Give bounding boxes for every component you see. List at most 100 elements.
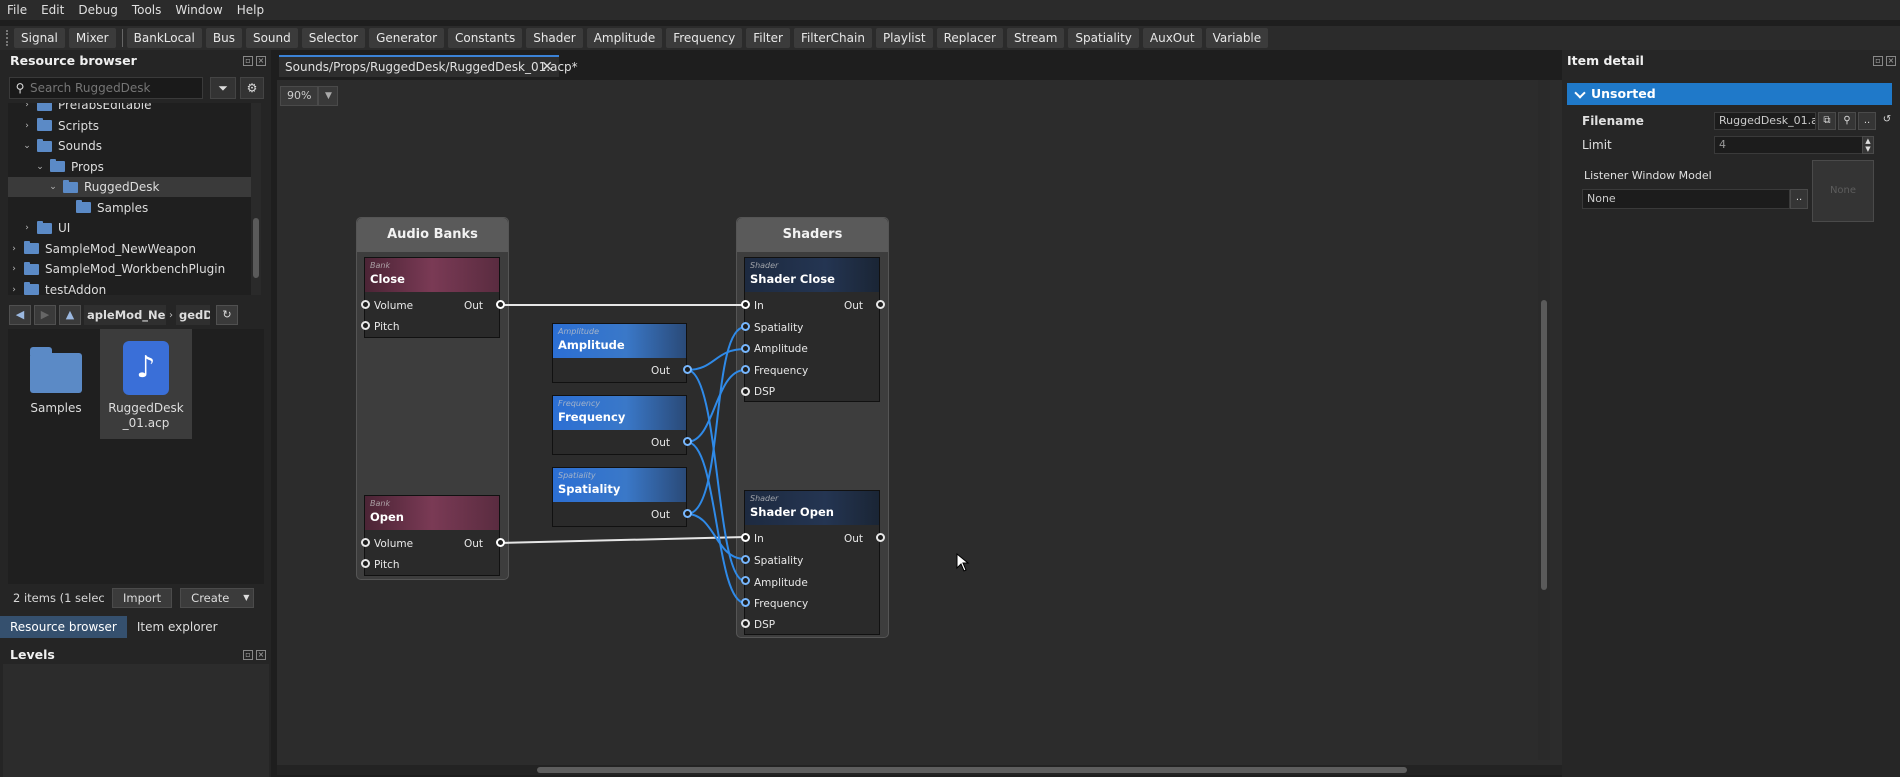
tree-item[interactable]: ⌄ Props: [8, 157, 254, 177]
limit-field[interactable]: 4: [1714, 136, 1864, 154]
zoom-value[interactable]: 90%: [280, 86, 319, 106]
output-port[interactable]: [876, 533, 885, 542]
toolbar-sound-button[interactable]: Sound: [245, 28, 298, 48]
chevron-icon[interactable]: ›: [8, 244, 20, 254]
toolbar-filterchain-button[interactable]: FilterChain: [793, 28, 872, 48]
chevron-icon[interactable]: ⌄: [47, 182, 59, 192]
filter-button[interactable]: ⏷: [210, 77, 236, 99]
menu-window[interactable]: Window: [168, 0, 229, 20]
chevron-down-icon[interactable]: ▼: [318, 86, 339, 106]
chevron-icon[interactable]: ⌄: [34, 162, 46, 172]
shader-node-close[interactable]: Shader Shader Close In Spatiality Amplit…: [744, 257, 880, 402]
document-tab[interactable]: Sounds/Props/RuggedDesk/RuggedDesk_01.ac…: [279, 55, 578, 77]
toolbar-filter-button[interactable]: Filter: [746, 28, 790, 48]
toolbar-spatiality-button[interactable]: Spatiality: [1068, 28, 1139, 48]
toolbar-mixer-button[interactable]: Mixer: [68, 28, 116, 48]
output-port[interactable]: [683, 365, 692, 374]
toolbar-grip[interactable]: [6, 30, 10, 46]
refresh-button[interactable]: ↻: [216, 305, 238, 325]
input-port[interactable]: [361, 538, 370, 547]
input-port[interactable]: [361, 559, 370, 568]
section-unsorted[interactable]: Unsorted: [1567, 83, 1892, 105]
tree-scrollbar[interactable]: [251, 103, 261, 295]
breadcrumb-2[interactable]: gedD: [176, 305, 210, 325]
browse-button[interactable]: ..: [1858, 112, 1876, 130]
canvas-vscroll-thumb[interactable]: [1541, 300, 1547, 590]
input-port[interactable]: [741, 322, 750, 331]
breadcrumb-1[interactable]: apleMod_Newl: [84, 305, 166, 325]
toolbar-variable-button[interactable]: Variable: [1205, 28, 1269, 48]
reset-icon[interactable]: ↺: [1878, 112, 1896, 130]
create-button[interactable]: Create ▼: [180, 588, 255, 608]
input-port[interactable]: [741, 300, 750, 309]
tree-scroll-thumb[interactable]: [253, 218, 259, 278]
tree-item[interactable]: Samples: [8, 198, 254, 218]
toolbar-playlist-button[interactable]: Playlist: [875, 28, 933, 48]
file-tile-samples[interactable]: Samples: [10, 333, 102, 443]
input-port[interactable]: [741, 344, 750, 353]
close-icon[interactable]: ×: [256, 56, 266, 66]
input-port[interactable]: [741, 619, 750, 628]
shader-node-open[interactable]: Shader Shader Open In Spatiality Amplitu…: [744, 490, 880, 635]
signal-node-frequency[interactable]: Frequency Frequency Out: [552, 395, 687, 455]
import-button[interactable]: Import: [112, 588, 173, 608]
search-input[interactable]: [30, 81, 190, 95]
tree-item[interactable]: ⌄ RuggedDesk: [8, 177, 254, 197]
back-button[interactable]: ◀: [9, 305, 31, 325]
tab-item-explorer[interactable]: Item explorer: [127, 616, 228, 638]
toolbar-constants-button[interactable]: Constants: [448, 28, 523, 48]
tree-item[interactable]: › SampleMod_NewWeapon: [8, 239, 254, 259]
toolbar-banklocal-button[interactable]: BankLocal: [126, 28, 202, 48]
signal-node-spatiality[interactable]: Spatiality Spatiality Out: [552, 467, 687, 527]
canvas-vscroll[interactable]: [1538, 80, 1550, 760]
tree-item[interactable]: › testAddon: [8, 280, 254, 295]
canvas-hscroll-thumb[interactable]: [537, 767, 1407, 773]
output-port[interactable]: [876, 300, 885, 309]
chevron-icon[interactable]: ›: [21, 223, 33, 233]
open-external-icon[interactable]: ⧉: [1818, 112, 1836, 130]
toolbar-frequency-button[interactable]: Frequency: [666, 28, 743, 48]
toolbar-stream-button[interactable]: Stream: [1007, 28, 1065, 48]
tree-item[interactable]: › UI: [8, 218, 254, 238]
input-port[interactable]: [741, 387, 750, 396]
toolbar-amplitude-button[interactable]: Amplitude: [586, 28, 663, 48]
forward-button[interactable]: ▶: [34, 305, 56, 325]
close-icon[interactable]: ×: [256, 650, 266, 660]
tree-item[interactable]: ⌄ Sounds: [8, 136, 254, 156]
signal-node-amplitude[interactable]: Amplitude Amplitude Out: [552, 323, 687, 383]
tab-resource-browser[interactable]: Resource browser: [0, 616, 127, 638]
input-port[interactable]: [741, 576, 750, 585]
tree-item[interactable]: › Scripts: [8, 116, 254, 136]
chevron-icon[interactable]: ›: [8, 264, 20, 274]
bank-node-open[interactable]: Bank Open Volume Pitch Out: [364, 495, 500, 576]
input-port[interactable]: [361, 321, 370, 330]
output-port[interactable]: [496, 538, 505, 547]
close-icon[interactable]: ×: [1886, 56, 1896, 66]
toolbar-bus-button[interactable]: Bus: [205, 28, 242, 48]
chevron-icon[interactable]: ›: [8, 285, 20, 295]
float-icon[interactable]: ▫: [243, 56, 253, 66]
input-port[interactable]: [741, 365, 750, 374]
menu-edit[interactable]: Edit: [34, 0, 71, 20]
bank-node-close[interactable]: Bank Close Volume Pitch Out: [364, 257, 500, 338]
spinner-icon[interactable]: ▲ ▼: [1862, 136, 1874, 154]
menu-debug[interactable]: Debug: [71, 0, 124, 20]
chevron-icon[interactable]: ⌄: [21, 141, 33, 151]
menu-help[interactable]: Help: [230, 0, 271, 20]
menu-tools[interactable]: Tools: [125, 0, 169, 20]
settings-button[interactable]: ⚙: [240, 77, 264, 99]
tree-item[interactable]: › PrefabsEditable: [8, 103, 254, 115]
input-port[interactable]: [741, 598, 750, 607]
input-port[interactable]: [741, 533, 750, 542]
output-port[interactable]: [496, 300, 505, 309]
output-port[interactable]: [683, 509, 692, 518]
close-icon[interactable]: ✕: [541, 57, 553, 77]
toolbar-selector-button[interactable]: Selector: [301, 28, 366, 48]
chevron-icon[interactable]: ›: [21, 121, 33, 131]
chevron-icon[interactable]: ›: [21, 103, 33, 110]
float-icon[interactable]: ▫: [243, 650, 253, 660]
menu-file[interactable]: File: [0, 0, 34, 20]
up-button[interactable]: ▲: [59, 305, 81, 325]
search-icon[interactable]: ⚲: [1838, 112, 1856, 130]
output-port[interactable]: [683, 437, 692, 446]
